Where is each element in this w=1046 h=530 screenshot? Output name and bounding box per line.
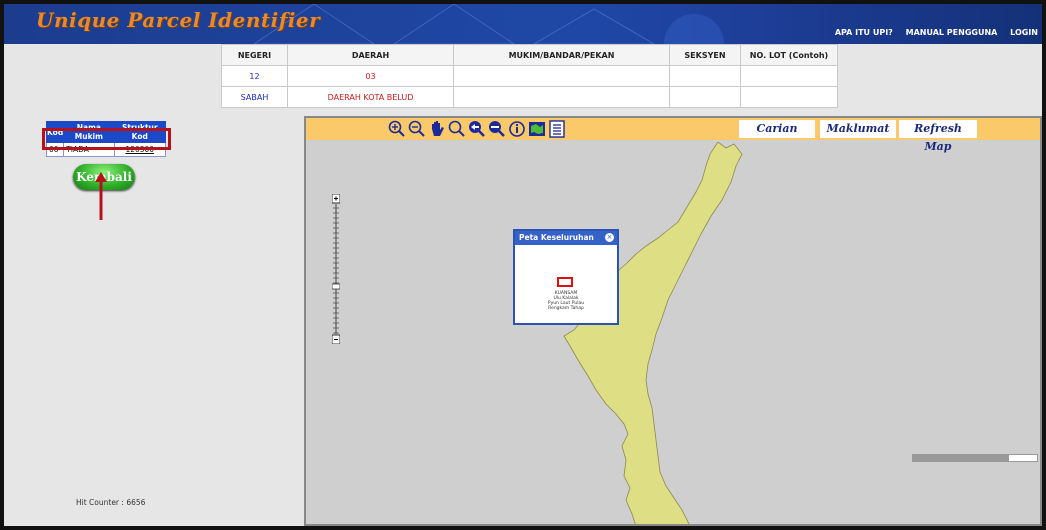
map-toolbar: Carian Maklumat Refresh Map	[306, 118, 1040, 153]
zoom-box-icon[interactable]	[448, 120, 466, 138]
table-row: 12 03	[221, 65, 838, 87]
header-decoration	[254, 4, 724, 44]
col-daerah: DAERAH	[287, 44, 454, 66]
zoom-slider[interactable]	[332, 194, 340, 344]
pan-hand-icon[interactable]	[428, 120, 446, 138]
mukim-name	[453, 86, 670, 108]
top-nav: APA ITU UPI? MANUAL PENGGUNA LOGIN	[825, 28, 1038, 37]
lot-name	[740, 86, 838, 108]
app-window: Unique Parcel Identifier APA ITU UPI? MA…	[4, 4, 1042, 526]
overview-place-labels: KUANSAM Ulu Kalalak Pyun Laut Pulau Reng…	[515, 291, 617, 311]
tab-maklumat[interactable]: Maklumat	[820, 120, 896, 138]
seksyen-code	[669, 65, 741, 87]
full-extent-map-icon[interactable]	[528, 120, 546, 138]
hit-counter: Hit Counter : 6656	[76, 498, 146, 507]
negeri-name: SABAH	[221, 86, 288, 108]
map-panel: Carian Maklumat Refresh Map Peta Keselur…	[304, 116, 1042, 526]
nav-manual-pengguna[interactable]: MANUAL PENGGUNA	[906, 28, 998, 37]
island-landmass	[563, 142, 743, 524]
nav-apa-itu-upi[interactable]: APA ITU UPI?	[835, 28, 893, 37]
selection-highlight	[42, 128, 171, 150]
next-extent-icon[interactable]	[488, 120, 506, 138]
daerah-code: 03	[287, 65, 454, 87]
table-row: SABAH DAERAH KOTA BELUD	[221, 86, 838, 108]
location-info-table: NEGERI DAERAH MUKIM/BANDAR/PEKAN SEKSYEN…	[221, 44, 838, 108]
negeri-code: 12	[221, 65, 288, 87]
daerah-name: DAERAH KOTA BELUD	[287, 86, 454, 108]
overview-title: Peta Keseluruhan	[515, 231, 617, 245]
map-land	[563, 142, 743, 524]
col-seksyen: SEKSYEN	[669, 44, 741, 66]
zoom-slider-handle[interactable]	[332, 283, 340, 290]
nav-login[interactable]: LOGIN	[1010, 28, 1038, 37]
app-title: Unique Parcel Identifier	[36, 8, 321, 32]
overview-close-icon[interactable]: ×	[605, 233, 614, 242]
info-icon[interactable]	[508, 120, 526, 138]
zoom-out-icon[interactable]	[408, 120, 426, 138]
previous-extent-icon[interactable]	[468, 120, 486, 138]
tab-refresh-map[interactable]: Refresh Map	[899, 120, 977, 153]
scale-bar-fill	[913, 455, 1009, 461]
tab-carian[interactable]: Carian	[739, 120, 815, 138]
col-no-lot: NO. LOT (Contoh)	[740, 44, 838, 66]
col-negeri: NEGERI	[221, 44, 288, 66]
col-mukim: MUKIM/BANDAR/PEKAN	[453, 44, 670, 66]
overview-label: Rengkam Tahap	[548, 306, 584, 311]
red-arrow-annotation	[95, 172, 107, 220]
legend-icon[interactable]	[548, 120, 566, 138]
overview-extent-box[interactable]	[557, 277, 573, 287]
map-canvas[interactable]: Peta Keseluruhan × KUANSAM Ulu Kalalak P…	[306, 142, 1040, 524]
lot-code	[740, 65, 838, 87]
map-scale-bar	[912, 454, 1038, 462]
zoom-in-icon[interactable]	[388, 120, 406, 138]
seksyen-name	[669, 86, 741, 108]
overview-map-window[interactable]: Peta Keseluruhan × KUANSAM Ulu Kalalak P…	[513, 229, 619, 325]
header-bar: Unique Parcel Identifier APA ITU UPI? MA…	[4, 4, 1042, 44]
mukim-code	[453, 65, 670, 87]
